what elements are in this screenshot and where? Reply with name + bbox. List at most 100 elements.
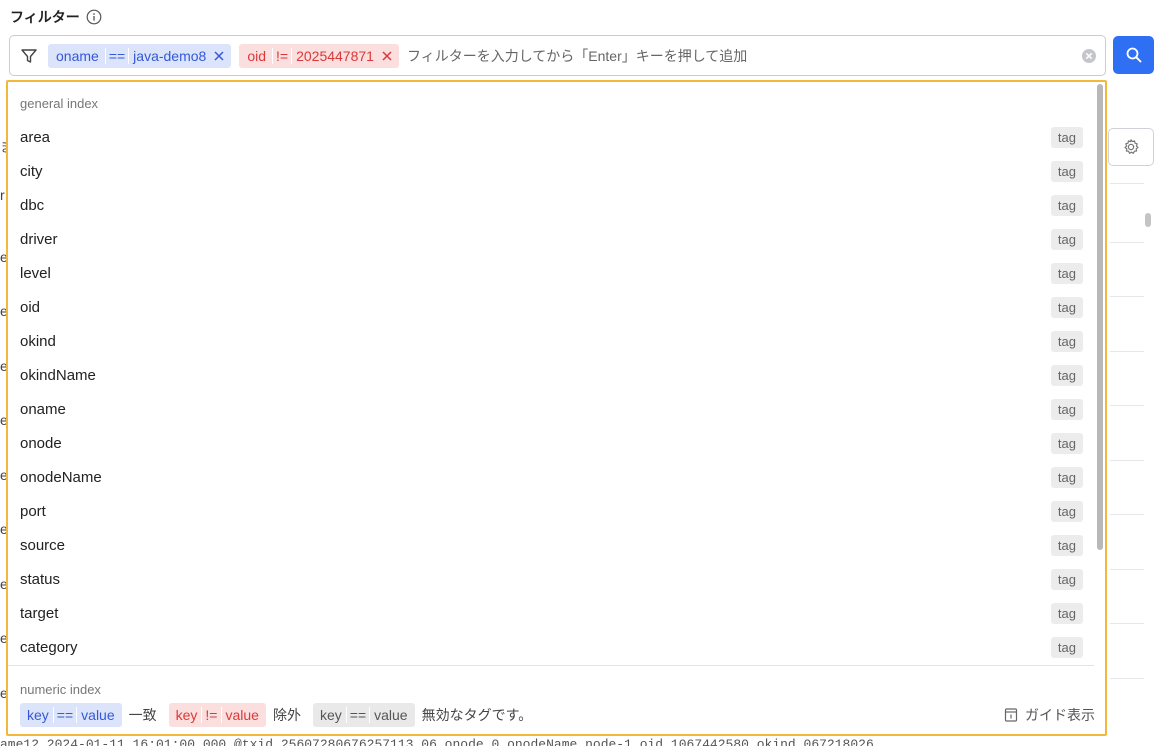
tag-badge: tag [1050, 262, 1083, 284]
tag-badge: tag [1050, 534, 1083, 556]
suggestion-item[interactable]: onode tag [20, 431, 1083, 455]
legend-chip-invalid: key == value [312, 702, 415, 727]
tag-badge: tag [1050, 194, 1083, 216]
background-divider [1110, 623, 1144, 624]
legend-description: 一致 [128, 706, 157, 723]
section-label-general-index: general index [20, 96, 99, 111]
tag-badge: tag [1050, 466, 1083, 488]
suggestion-item[interactable]: onodeName tag [20, 465, 1083, 489]
suggestion-item[interactable]: dbc tag [20, 193, 1083, 217]
chip-value: java-demo8 [133, 47, 207, 64]
tag-badge: tag [1050, 126, 1083, 148]
background-divider [1110, 569, 1144, 570]
background-divider [1110, 296, 1144, 297]
legend-chip-exclude: key != value [168, 702, 266, 727]
legend-operator: == [345, 706, 371, 723]
chip-operator: == [104, 47, 130, 64]
close-icon[interactable] [381, 50, 393, 62]
legend-operator: != [201, 706, 222, 723]
search-icon [1125, 46, 1143, 64]
suggestion-item[interactable]: source tag [20, 533, 1083, 557]
suggestion-item-name: okindName [20, 366, 96, 384]
background-scrollbar[interactable] [1145, 213, 1151, 227]
legend-operator: == [52, 706, 78, 723]
suggestion-item-name: area [20, 128, 51, 146]
gear-icon [1122, 138, 1140, 156]
legend-key: key [27, 706, 49, 723]
close-icon[interactable] [213, 50, 225, 62]
app-root: フィルター oname == java-demo8 oid != 2025447… [0, 0, 1160, 746]
suggestion-item-name: onode [20, 434, 62, 452]
suggestion-item[interactable]: status tag [20, 567, 1083, 591]
operator-legend: key == value 一致 key != value 除外 key == v… [8, 695, 1105, 734]
suggestion-item-name: onodeName [20, 468, 102, 486]
suggestion-item[interactable]: city tag [20, 159, 1083, 183]
filter-chip-oid[interactable]: oid != 2025447871 [239, 43, 399, 68]
suggestion-item[interactable]: okind tag [20, 329, 1083, 353]
section-divider [8, 665, 1094, 666]
filter-chip-oname[interactable]: oname == java-demo8 [48, 43, 232, 68]
suggestion-item-name: oname [20, 400, 66, 418]
tag-badge: tag [1050, 568, 1083, 590]
suggestion-item[interactable]: area tag [20, 125, 1083, 149]
filter-input-box[interactable]: oname == java-demo8 oid != 2025447871 [9, 35, 1106, 76]
background-divider [1110, 183, 1144, 184]
funnel-icon [20, 47, 38, 65]
suggestion-item-name: driver [20, 230, 58, 248]
filter-suggestion-dropdown: general index area tag city tag dbc tag … [6, 80, 1107, 736]
tag-badge: tag [1050, 296, 1083, 318]
suggestion-item-name: oid [20, 298, 41, 316]
legend-value: value [81, 706, 115, 723]
suggestion-item[interactable]: okindName tag [20, 363, 1083, 387]
chip-key: oid [247, 47, 267, 64]
background-divider [1110, 514, 1144, 515]
filter-header: フィルター [10, 7, 102, 27]
tag-badge: tag [1050, 500, 1083, 522]
chip-operator: != [272, 47, 293, 64]
filter-title: フィルター [10, 9, 80, 25]
tag-badge: tag [1050, 432, 1083, 454]
suggestion-item[interactable]: category tag [20, 635, 1083, 659]
dropdown-scrollbar-thumb[interactable] [1097, 84, 1103, 550]
tag-badge: tag [1050, 398, 1083, 420]
tag-badge: tag [1050, 228, 1083, 250]
suggestion-item-name: level [20, 264, 51, 282]
tag-badge: tag [1050, 602, 1083, 624]
info-circle-icon[interactable] [86, 9, 102, 25]
guide-toggle-button[interactable]: ガイド表示 [1003, 695, 1095, 734]
suggestion-item-name: source [20, 536, 66, 554]
search-button[interactable] [1113, 36, 1154, 74]
background-divider [1110, 460, 1144, 461]
tag-badge: tag [1050, 330, 1083, 352]
background-divider [1110, 351, 1144, 352]
guide-label: ガイド表示 [1025, 706, 1095, 723]
tag-badge: tag [1050, 364, 1083, 386]
chip-value: 2025447871 [296, 47, 374, 64]
tag-badge: tag [1050, 636, 1083, 658]
filter-text-input[interactable] [406, 43, 1073, 68]
suggestion-item-name: target [20, 604, 59, 622]
suggestion-item-name: port [20, 502, 46, 520]
clear-circle-icon[interactable] [1081, 48, 1097, 64]
background-divider [1110, 678, 1144, 679]
chip-key: oname [56, 47, 99, 64]
background-log-row: ame12 2024-01-11 16:01:00.000 @txid 2560… [0, 737, 874, 746]
tag-badge: tag [1050, 160, 1083, 182]
suggestion-item-name: city [20, 162, 43, 180]
suggestion-item[interactable]: oname tag [20, 397, 1083, 421]
suggestion-item-name: category [20, 638, 78, 656]
guide-book-icon [1003, 707, 1019, 723]
suggestion-item[interactable]: port tag [20, 499, 1083, 523]
settings-button[interactable] [1108, 128, 1154, 166]
suggestion-item[interactable]: driver tag [20, 227, 1083, 251]
legend-value: value [374, 706, 408, 723]
background-divider [1110, 242, 1144, 243]
legend-chip-match: key == value [20, 702, 122, 727]
suggestion-item-name: status [20, 570, 61, 588]
suggestion-item[interactable]: target tag [20, 601, 1083, 625]
legend-key: key [319, 706, 342, 723]
suggestion-item[interactable]: level tag [20, 261, 1083, 285]
suggestion-item-name: dbc [20, 196, 45, 214]
suggestion-item[interactable]: oid tag [20, 295, 1083, 319]
background-divider [1110, 405, 1144, 406]
